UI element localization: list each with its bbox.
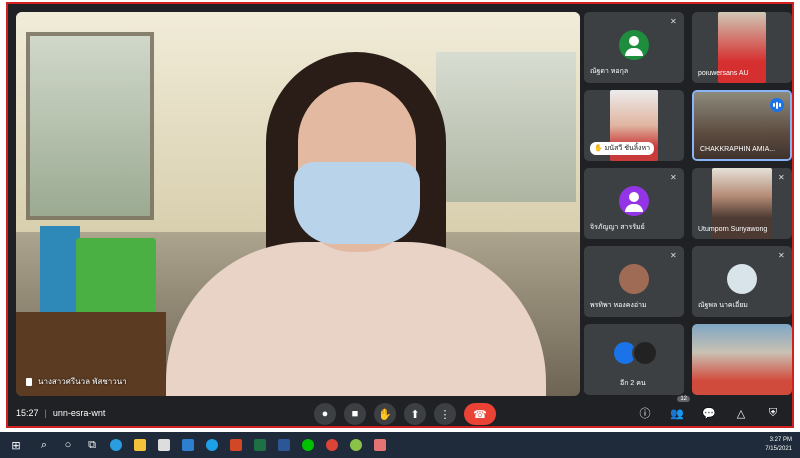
edge-icon[interactable] <box>104 433 128 457</box>
participant-tile[interactable]: ✕ พรทิพา หองคงอ่าม <box>584 246 684 317</box>
participant-tile[interactable]: ✕ ณัฐพล นาคเอี่ยม <box>692 246 792 317</box>
mic-icon[interactable]: ● <box>314 403 336 425</box>
people-icon[interactable]: 👥 12 <box>668 396 690 422</box>
main-speaker-name: นางสาวศรีนวล พัสชาวนา <box>38 377 127 386</box>
participant-name: พรทิพา หองคงอ่าม <box>590 302 647 309</box>
mail-icon[interactable] <box>176 433 200 457</box>
others-label: อีก 2 คน <box>620 380 646 387</box>
file-explorer-icon[interactable] <box>128 433 152 457</box>
pin-icon[interactable] <box>26 377 32 386</box>
video-window-right <box>436 52 576 202</box>
participants-count-badge: 12 <box>677 396 690 402</box>
store-icon[interactable] <box>152 433 176 457</box>
mic-off-icon: ✕ <box>670 17 677 26</box>
participant-name: ณัฐพล นาคเอี่ยม <box>698 302 748 309</box>
more-options-icon[interactable]: ⋮ <box>434 403 456 425</box>
search-icon[interactable]: ⌕ <box>32 433 56 457</box>
speaker-mask <box>294 162 420 244</box>
windows-taskbar: ⊞ ⌕ ○ ⧉ 3:27 PM 7/15/2021 <box>0 432 800 458</box>
line-icon[interactable] <box>296 433 320 457</box>
avatar <box>619 186 649 216</box>
participant-video <box>692 324 792 395</box>
avatar <box>632 340 658 366</box>
meeting-info: 15:27 | unn-esra-wnt <box>16 408 105 418</box>
participant-name: Utumporn Suriyawong <box>698 226 768 233</box>
call-controls: ● ■ ✋ ⬆ ⋮ ☎ <box>314 403 496 425</box>
app-icon[interactable] <box>344 433 368 457</box>
meet-window: นางสาวศรีนวล พัสชาวนา ✕ ณัฐดา หอกุล poiu… <box>6 2 794 428</box>
video-shelf-blue <box>40 226 80 316</box>
cortana-icon[interactable]: ○ <box>56 433 80 457</box>
mic-off-icon: ✕ <box>670 173 677 182</box>
participant-tile[interactable]: poiuwersans AU <box>692 12 792 83</box>
mic-off-icon: ✕ <box>670 251 677 260</box>
present-icon[interactable]: ⬆ <box>404 403 426 425</box>
separator: | <box>44 408 47 418</box>
windows-start-icon[interactable]: ⊞ <box>0 433 32 457</box>
mic-off-icon: ✕ <box>778 173 785 182</box>
activities-icon[interactable]: △ <box>732 404 750 422</box>
participant-tile[interactable]: ✋ มนัสวี ชันลิ้งหา <box>584 90 684 161</box>
internet-explorer-icon[interactable] <box>200 433 224 457</box>
camera-icon[interactable]: ■ <box>344 403 366 425</box>
chrome-icon[interactable] <box>320 433 344 457</box>
chat-icon[interactable]: 💬 <box>700 404 718 422</box>
mic-off-icon: ✕ <box>778 251 785 260</box>
participant-tile[interactable] <box>692 324 792 395</box>
participant-tile[interactable]: ✕ จิรภัญญา สารรัมย์ <box>584 168 684 239</box>
end-call-icon[interactable]: ☎ <box>464 403 496 425</box>
word-icon[interactable] <box>272 433 296 457</box>
participant-name: จิรภัญญา สารรัมย์ <box>590 224 645 231</box>
clock-time: 3:27 PM <box>769 437 792 443</box>
avatar <box>619 30 649 60</box>
meeting-time: 15:27 <box>16 408 39 418</box>
participant-name: ✋ มนัสวี ชันลิ้งหา <box>590 142 655 155</box>
raise-hand-icon[interactable]: ✋ <box>374 403 396 425</box>
meeting-side-controls: ⓘ 👥 12 💬 △ ⛨ <box>636 396 782 422</box>
info-icon[interactable]: ⓘ <box>636 404 654 422</box>
main-speaker-label: นางสาวศรีนวล พัสชาวนา <box>26 375 127 388</box>
excel-icon[interactable] <box>248 433 272 457</box>
meeting-code: unn-esra-wnt <box>52 408 106 418</box>
others-tile[interactable]: อีก 2 คน <box>584 324 684 395</box>
participant-tile[interactable]: ✕ ณัฐดา หอกุล <box>584 12 684 83</box>
participant-tile[interactable]: ✕ Utumporn Suriyawong <box>692 168 792 239</box>
video-shelf-green <box>76 238 156 318</box>
task-view-icon[interactable]: ⧉ <box>80 433 104 457</box>
participant-tile-speaking[interactable]: CHAKKRAPHIN AMIA... <box>692 90 792 161</box>
powerpoint-icon[interactable] <box>224 433 248 457</box>
participant-name: CHAKKRAPHIN AMIA... <box>700 146 776 153</box>
speaker-body <box>166 242 546 396</box>
speaking-indicator-icon <box>770 98 784 112</box>
meeting-toolbar: 15:27 | unn-esra-wnt ● ■ ✋ ⬆ ⋮ ☎ ⓘ 👥 12 💬… <box>8 396 792 426</box>
host-controls-icon[interactable]: ⛨ <box>764 404 782 422</box>
avatar <box>727 264 757 294</box>
avatar <box>619 264 649 294</box>
system-clock[interactable]: 3:27 PM 7/15/2021 <box>765 436 792 454</box>
paint-icon[interactable] <box>368 433 392 457</box>
video-window-left <box>26 32 154 220</box>
participant-name: poiuwersans AU <box>698 70 749 77</box>
others-avatars <box>612 340 658 366</box>
participant-name: ณัฐดา หอกุล <box>590 68 629 75</box>
clock-date: 7/15/2021 <box>765 446 792 452</box>
main-video-tile[interactable]: นางสาวศรีนวล พัสชาวนา <box>16 12 580 396</box>
raise-hand-icon: ✋ <box>594 145 605 152</box>
